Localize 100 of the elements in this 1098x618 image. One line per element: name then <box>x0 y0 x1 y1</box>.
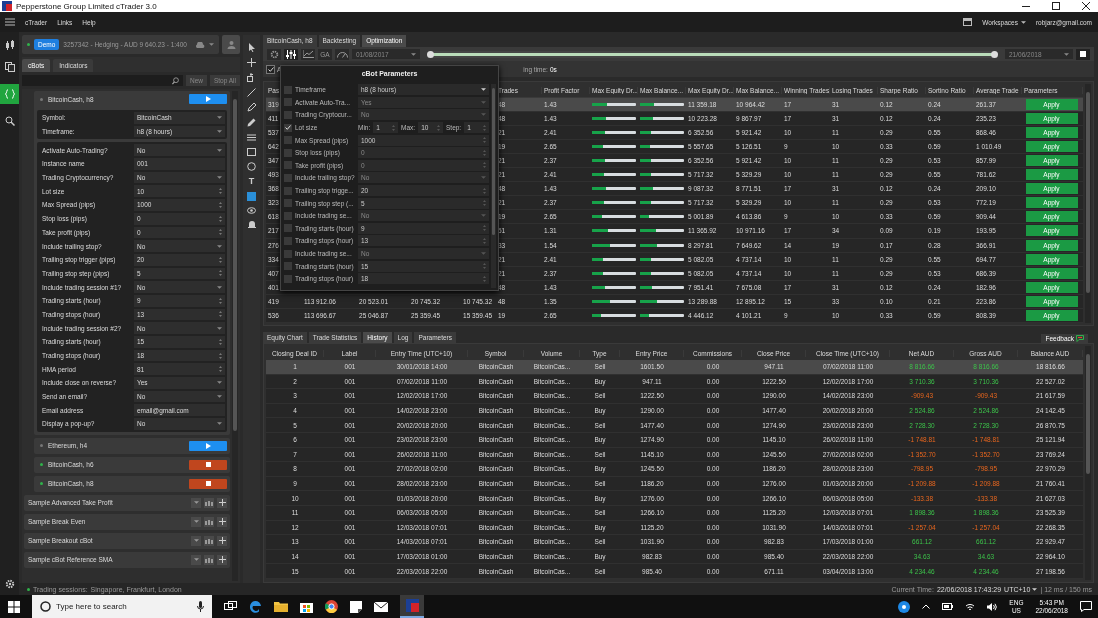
dropdown-button[interactable] <box>191 516 201 527</box>
help-icon[interactable] <box>898 600 911 613</box>
settings-button[interactable] <box>267 48 281 60</box>
scrollbar[interactable] <box>1085 84 1091 323</box>
text-tool[interactable]: T <box>248 177 255 186</box>
caret-icon <box>217 381 222 385</box>
chevron-up-icon[interactable] <box>922 604 931 609</box>
eye-icon[interactable] <box>247 207 256 214</box>
windows-start-icon[interactable] <box>8 600 20 613</box>
play-icon <box>205 442 211 449</box>
checkbox[interactable] <box>284 249 292 258</box>
crosshair-icon[interactable] <box>247 58 256 67</box>
checkbox[interactable] <box>284 274 292 283</box>
search-field[interactable] <box>22 75 183 86</box>
cursor-icon[interactable] <box>247 43 256 52</box>
slider-handle[interactable] <box>427 50 434 58</box>
checkbox[interactable] <box>284 236 292 245</box>
notification-icon[interactable] <box>1080 601 1092 612</box>
color-swatch-icon[interactable] <box>247 192 256 201</box>
line-icon[interactable] <box>247 88 256 97</box>
zoom-icon[interactable] <box>247 73 256 82</box>
checkbox[interactable] <box>284 262 292 271</box>
stop-button[interactable] <box>1076 48 1090 60</box>
add-button[interactable] <box>217 554 227 565</box>
scrollbar[interactable] <box>232 91 238 581</box>
app-logo-icon <box>2 1 12 11</box>
checkbox[interactable] <box>284 199 292 208</box>
date-range-slider[interactable] <box>427 50 998 58</box>
checkbox[interactable] <box>284 123 292 132</box>
group-icon <box>205 556 213 564</box>
candlestick-icon[interactable] <box>4 40 15 50</box>
checkbox[interactable] <box>284 224 292 233</box>
caret-icon <box>1064 52 1069 56</box>
note-icon[interactable] <box>350 600 362 613</box>
scrollbar[interactable] <box>491 84 496 288</box>
play-icon <box>205 96 211 102</box>
dropdown-button[interactable] <box>191 497 201 508</box>
parameters-button[interactable] <box>284 48 298 60</box>
volume-icon[interactable] <box>987 602 998 611</box>
search-icon[interactable] <box>4 116 15 126</box>
checkbox[interactable] <box>284 211 292 220</box>
checkbox[interactable] <box>284 173 292 182</box>
instances-button[interactable] <box>204 516 214 527</box>
battery-icon[interactable] <box>942 603 954 610</box>
pencil-icon[interactable] <box>247 118 256 127</box>
spinner-icon <box>219 366 222 373</box>
speed-button[interactable] <box>335 48 349 60</box>
chrome-icon[interactable] <box>325 600 338 613</box>
browser-icon[interactable] <box>249 600 262 613</box>
task-view-icon[interactable] <box>224 601 237 612</box>
add-button[interactable] <box>217 535 227 546</box>
checkbox[interactable] <box>284 85 292 94</box>
instances-button[interactable] <box>204 497 214 508</box>
spinner-icon <box>219 201 222 208</box>
checkbox[interactable] <box>284 111 292 119</box>
checkbox[interactable] <box>284 98 292 107</box>
plus-icon <box>218 556 226 564</box>
user-button[interactable] <box>222 35 240 54</box>
check-icon <box>285 125 291 131</box>
line-chart-icon <box>302 50 314 58</box>
chart-button[interactable] <box>301 48 315 60</box>
add-button[interactable] <box>217 516 227 527</box>
dropdown-button[interactable] <box>191 554 201 565</box>
rectangle-icon[interactable] <box>247 148 256 156</box>
pen-icon[interactable] <box>247 103 256 112</box>
instances-button[interactable] <box>204 535 214 546</box>
circle-icon[interactable] <box>247 162 256 171</box>
checkbox[interactable] <box>284 186 292 195</box>
bell-icon[interactable] <box>247 220 256 229</box>
dropdown-button[interactable] <box>191 535 201 546</box>
braces-icon <box>4 89 15 99</box>
add-button[interactable] <box>217 497 227 508</box>
folder-icon[interactable] <box>274 601 288 612</box>
checkbox[interactable] <box>266 64 275 74</box>
caret-icon <box>217 395 222 399</box>
settings-icon[interactable] <box>4 579 15 589</box>
checkbox[interactable] <box>284 136 292 145</box>
taskbar-app-button[interactable] <box>400 595 424 618</box>
instances-button[interactable] <box>204 554 214 565</box>
stop-button[interactable] <box>189 459 227 470</box>
checkbox[interactable] <box>284 161 292 170</box>
play-button[interactable] <box>189 440 227 451</box>
spinner-icon <box>219 311 222 318</box>
store-icon[interactable] <box>300 600 313 613</box>
scrollbar[interactable] <box>1085 346 1091 580</box>
group-icon <box>205 518 213 526</box>
mail-icon[interactable] <box>374 601 388 612</box>
checkbox[interactable] <box>284 148 292 157</box>
wifi-icon[interactable] <box>965 602 976 611</box>
cbot-instance-card[interactable] <box>34 91 230 435</box>
layout-icon[interactable] <box>963 18 973 26</box>
maximize-icon[interactable] <box>1052 2 1060 10</box>
close-icon[interactable] <box>1082 2 1090 10</box>
stop-button[interactable] <box>189 478 227 489</box>
taskbar-search-field[interactable]: Type here to search <box>32 595 212 618</box>
slider-handle[interactable] <box>991 50 998 58</box>
cloud-icon <box>195 41 205 48</box>
menu-icon[interactable] <box>5 18 15 26</box>
copy-icon[interactable] <box>4 62 15 72</box>
lines-icon[interactable] <box>247 133 256 142</box>
